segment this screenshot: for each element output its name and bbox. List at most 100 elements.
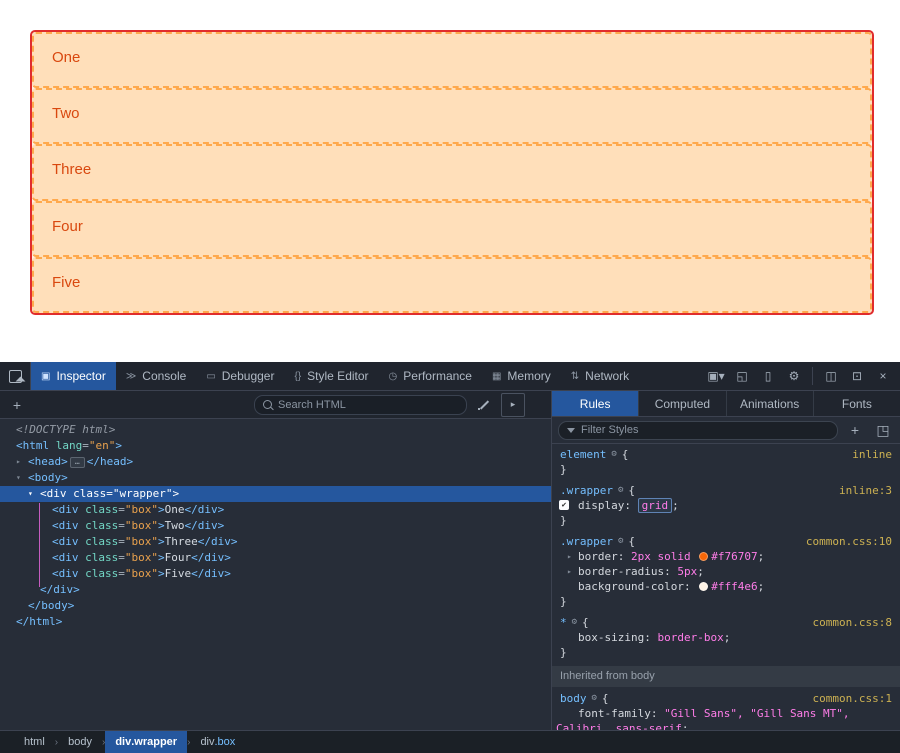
console-icon: ≫	[126, 371, 136, 382]
markup-line[interactable]: </div>	[0, 582, 551, 598]
markup-token: "box"	[125, 519, 158, 532]
expander-icon[interactable]: ▾	[16, 470, 21, 486]
crumb-tag: div	[200, 736, 214, 748]
demo-box: One	[32, 32, 872, 88]
tab-fonts[interactable]: Fonts	[814, 391, 900, 416]
declaration-checkbox[interactable]: ✔	[559, 500, 569, 510]
close-brace: }	[552, 462, 900, 477]
markup-token: One	[165, 503, 185, 516]
expand-shorthand-icon[interactable]: ▸	[567, 549, 572, 564]
markup-token: class	[79, 503, 119, 516]
stylesheet-location-link[interactable]: common.css:10	[800, 534, 892, 549]
tab-rules[interactable]: Rules	[552, 391, 639, 416]
css-declaration[interactable]: ▸border-radius: 5px;	[552, 564, 900, 579]
markup-line[interactable]: ▾<div class="wrapper">	[0, 486, 551, 502]
stylesheet-location-link[interactable]: common.css:8	[807, 615, 892, 630]
css-rule: body⚙{common.css:1font-family: "Gill San…	[552, 691, 900, 731]
rule-selector-line[interactable]: .wrapper⚙{common.css:10	[552, 534, 900, 549]
breadcrumb-item-div.box[interactable]: div.box	[190, 731, 245, 753]
tab-computed[interactable]: Computed	[639, 391, 726, 416]
markup-line[interactable]: <div class="box">Four</div>	[0, 550, 551, 566]
add-rule-button[interactable]: +	[844, 419, 866, 441]
node-picker-icon[interactable]	[0, 362, 31, 390]
markup-line[interactable]: <div class="box">Two</div>	[0, 518, 551, 534]
rule-selector-line[interactable]: element⚙{inline	[552, 447, 900, 462]
tab-performance[interactable]: ◷Performance	[379, 362, 482, 390]
selector-highlighter-icon[interactable]: ⚙	[592, 691, 597, 706]
markup-line[interactable]: ▾<body>	[0, 470, 551, 486]
network-icon: ⇅	[571, 371, 579, 382]
colon: :	[618, 550, 631, 563]
collapsed-content-icon[interactable]: …	[70, 457, 85, 468]
markup-line[interactable]: <div class="box">One</div>	[0, 502, 551, 518]
responsive-design-mode-icon[interactable]: ◱	[731, 365, 753, 387]
markup-line[interactable]: <!DOCTYPE html>	[0, 422, 551, 438]
colon: :	[664, 565, 677, 578]
selector-highlighter-icon[interactable]: ⚙	[618, 483, 623, 498]
rule-selector-line[interactable]: *⚙{common.css:8	[552, 615, 900, 630]
tab-inspector[interactable]: ▣Inspector	[31, 362, 116, 390]
css-declaration[interactable]: background-color: #fff4e6;	[552, 579, 900, 594]
breadcrumb-item-body[interactable]: body	[58, 731, 102, 753]
breadcrumb-item-html[interactable]: html	[14, 731, 55, 753]
search-input[interactable]: Search HTML	[254, 395, 467, 415]
markup-line[interactable]: </html>	[0, 614, 551, 630]
filter-styles-input[interactable]: Filter Styles	[558, 421, 838, 440]
dock-side-icon[interactable]: ◫	[820, 365, 842, 387]
tab-memory[interactable]: ▦Memory	[482, 362, 561, 390]
breadcrumb-item-div.wrapper[interactable]: div.wrapper	[105, 731, 187, 753]
close-devtools-icon[interactable]: ×	[872, 365, 894, 387]
stylesheet-location-link[interactable]: inline:3	[833, 483, 892, 498]
filter-icon	[567, 428, 575, 433]
markup-token: >	[158, 535, 165, 548]
tab-animations[interactable]: Animations	[727, 391, 814, 416]
tab-network[interactable]: ⇅Network	[561, 362, 639, 390]
rule-selector-line[interactable]: .wrapper⚙{inline:3	[552, 483, 900, 498]
selector-highlighter-icon[interactable]: ⚙	[611, 447, 616, 462]
color-swatch[interactable]	[699, 582, 708, 591]
crumb-tag: html	[24, 736, 45, 748]
selector-highlighter-icon[interactable]: ⚙	[618, 534, 623, 549]
separate-window-icon[interactable]: ⊡	[846, 365, 868, 387]
css-declaration[interactable]: box-sizing: border-box;	[552, 630, 900, 645]
device-phone-icon[interactable]: ▯	[757, 365, 779, 387]
rule-selector-line[interactable]: body⚙{common.css:1	[552, 691, 900, 706]
rulers-icon[interactable]: ▸	[501, 393, 525, 417]
markup-token: </div>	[191, 551, 231, 564]
css-declaration[interactable]: ✔display: grid;	[552, 498, 900, 513]
tab-style-editor[interactable]: {}Style Editor	[284, 362, 378, 390]
markup-toolbar: + Search HTML ▸	[0, 391, 551, 419]
property-name: box-sizing	[578, 631, 644, 644]
css-declaration[interactable]: ▸border: 2px solid #f76707;	[552, 549, 900, 564]
selector-highlighter-icon[interactable]: ⚙	[572, 615, 577, 630]
tab-debugger[interactable]: ▭Debugger	[196, 362, 284, 390]
css-declaration[interactable]: font-family: "Gill Sans", "Gill Sans MT"…	[552, 706, 900, 731]
markup-token: "box"	[125, 535, 158, 548]
expander-icon[interactable]: ▸	[16, 454, 21, 470]
markup-line[interactable]: <html lang="en">	[0, 438, 551, 454]
rule-selector[interactable]: .wrapper	[560, 534, 613, 549]
color-swatch[interactable]	[699, 552, 708, 561]
expand-shorthand-icon[interactable]: ▸	[567, 564, 572, 579]
markup-line[interactable]: </body>	[0, 598, 551, 614]
add-node-button[interactable]: +	[6, 394, 28, 416]
stylesheet-location-link[interactable]: common.css:1	[807, 691, 892, 706]
performance-icon: ◷	[389, 371, 398, 382]
stylesheet-location-link[interactable]: inline	[846, 447, 892, 462]
tab-console[interactable]: ≫Console	[116, 362, 197, 390]
rule-selector[interactable]: *	[560, 615, 567, 630]
eyedropper-icon[interactable]	[473, 394, 495, 416]
rule-selector[interactable]: body	[560, 691, 587, 706]
pseudo-class-panel-icon[interactable]: ◳	[872, 419, 894, 441]
expander-icon[interactable]: ▾	[28, 486, 33, 502]
markup-line[interactable]: <div class="box">Five</div>	[0, 566, 551, 582]
rule-selector[interactable]: .wrapper	[560, 483, 613, 498]
rule-selector[interactable]: element	[560, 447, 606, 462]
settings-gear-icon[interactable]: ⚙	[783, 365, 805, 387]
markup-token: =	[118, 535, 125, 548]
frame-select-icon[interactable]: ▣▾	[705, 365, 727, 387]
markup-line[interactable]: <div class="box">Three</div>	[0, 534, 551, 550]
css-rule: .wrapper⚙{common.css:10▸border: 2px soli…	[552, 534, 900, 609]
tab-label: Debugger	[222, 369, 275, 383]
markup-line[interactable]: ▸<head>…</head>	[0, 454, 551, 470]
